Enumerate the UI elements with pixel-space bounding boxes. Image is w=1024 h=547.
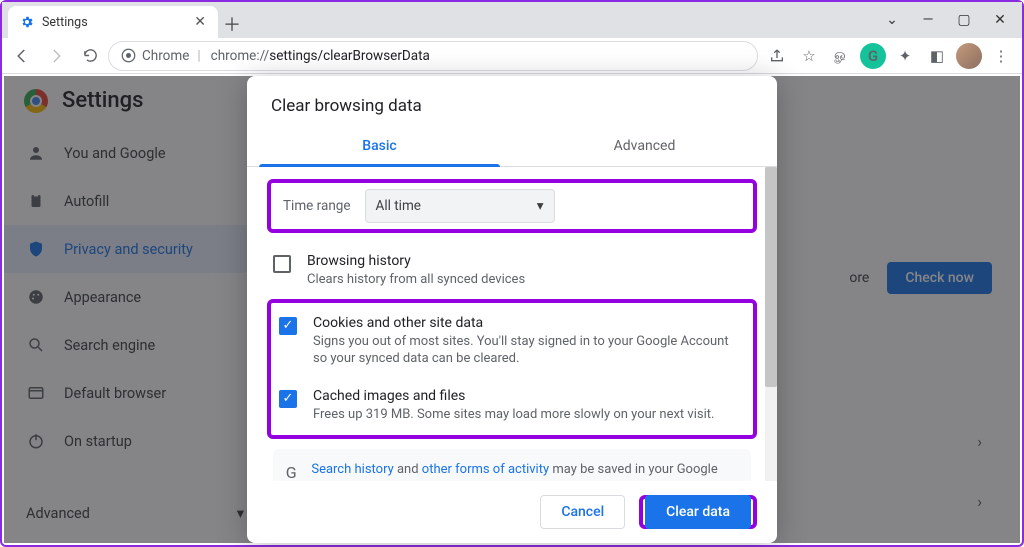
chrome-menu-icon[interactable]: ⋮ <box>988 43 1014 69</box>
bookmark-star-icon[interactable]: ☆ <box>796 43 822 69</box>
item-description: Signs you out of most sites. You'll stay… <box>313 333 745 368</box>
tab-title: Settings <box>42 15 88 30</box>
item-title: Cached images and files <box>313 388 714 404</box>
address-bar: Chrome | chrome://settings/clearBrowserD… <box>2 38 1022 74</box>
highlight-time-range: Time range All time ▾ <box>267 179 757 233</box>
checkbox-cookies[interactable]: ✓ <box>279 317 297 335</box>
dialog-tabs: Basic Advanced <box>247 126 777 167</box>
dropdown-value: All time <box>376 198 421 214</box>
extension-grammarly-icon[interactable]: G <box>860 43 886 69</box>
omnibox-separator: | <box>195 48 202 64</box>
item-description: Clears history from all synced devices <box>307 271 525 289</box>
info-message: Search history and other forms of activi… <box>311 461 739 481</box>
item-cookies[interactable]: ✓ Cookies and other site data Signs you … <box>273 305 751 378</box>
nav-back-button[interactable] <box>6 40 38 72</box>
window-close-button[interactable]: ✕ <box>982 2 1018 38</box>
dialog-scrollbar[interactable] <box>765 167 777 481</box>
omnibox[interactable]: Chrome | chrome://settings/clearBrowserD… <box>108 41 758 71</box>
item-title: Cookies and other site data <box>313 315 745 331</box>
clear-browsing-data-dialog: Clear browsing data Basic Advanced Time … <box>247 76 777 543</box>
new-tab-button[interactable]: ＋ <box>218 10 246 38</box>
time-range-dropdown[interactable]: All time ▾ <box>365 189 555 223</box>
browser-tab-settings[interactable]: Settings ✕ <box>8 6 218 38</box>
item-title: Browsing history <box>307 253 525 269</box>
google-g-icon: G <box>285 461 297 481</box>
window-maximize-button[interactable]: ▢ <box>946 2 982 38</box>
nav-reload-button[interactable] <box>74 40 106 72</box>
window-minimize-button[interactable]: — <box>910 2 946 38</box>
checkbox-browsing-history[interactable] <box>273 255 291 273</box>
cancel-button[interactable]: Cancel <box>540 495 625 529</box>
window-titlebar: Settings ✕ ＋ ⌄ — ▢ ✕ <box>2 2 1022 38</box>
scrollbar-thumb[interactable] <box>765 167 777 387</box>
chrome-scheme-icon: Chrome | <box>121 48 203 64</box>
nav-forward-button[interactable] <box>40 40 72 72</box>
time-range-label: Time range <box>277 198 351 214</box>
window-controls: ⌄ — ▢ ✕ <box>870 2 1022 38</box>
window-dropdown-icon[interactable]: ⌄ <box>874 2 910 38</box>
profile-avatar[interactable] <box>956 43 982 69</box>
tab-basic[interactable]: Basic <box>247 126 512 166</box>
clear-data-button[interactable]: Clear data <box>645 495 751 529</box>
item-browsing-history[interactable]: Browsing history Clears history from all… <box>267 243 757 299</box>
dialog-body: Time range All time ▾ Browsing history C… <box>247 167 777 481</box>
tab-advanced[interactable]: Advanced <box>512 126 777 166</box>
highlight-clear-button: Clear data <box>639 495 757 529</box>
share-icon[interactable] <box>764 43 790 69</box>
item-cache[interactable]: ✓ Cached images and files Frees up 319 M… <box>273 378 751 434</box>
link-search-history[interactable]: Search history <box>311 462 393 477</box>
sidepanel-icon[interactable]: ◧ <box>924 43 950 69</box>
checkbox-cache[interactable]: ✓ <box>279 390 297 408</box>
omnibox-url: chrome://settings/clearBrowserData <box>211 48 430 64</box>
extension-bike-icon[interactable]: ௐ <box>828 43 854 69</box>
link-other-activity[interactable]: other forms of activity <box>422 462 549 477</box>
toolbar-icons: ☆ ௐ G ✦ ◧ ⋮ <box>760 43 1018 69</box>
tab-strip: Settings ✕ ＋ <box>2 2 870 38</box>
close-tab-icon[interactable]: ✕ <box>194 14 206 30</box>
extensions-puzzle-icon[interactable]: ✦ <box>892 43 918 69</box>
caret-down-icon: ▾ <box>537 198 544 214</box>
item-description: Frees up 319 MB. Some sites may load mor… <box>313 406 714 424</box>
highlight-data-items: ✓ Cookies and other site data Signs you … <box>267 299 757 440</box>
google-activity-info: G Search history and other forms of acti… <box>273 449 751 481</box>
cog-icon <box>20 15 34 29</box>
dialog-title: Clear browsing data <box>247 76 777 126</box>
omnibox-scheme-label: Chrome <box>142 48 189 64</box>
dialog-actions: Cancel Clear data <box>247 481 777 543</box>
